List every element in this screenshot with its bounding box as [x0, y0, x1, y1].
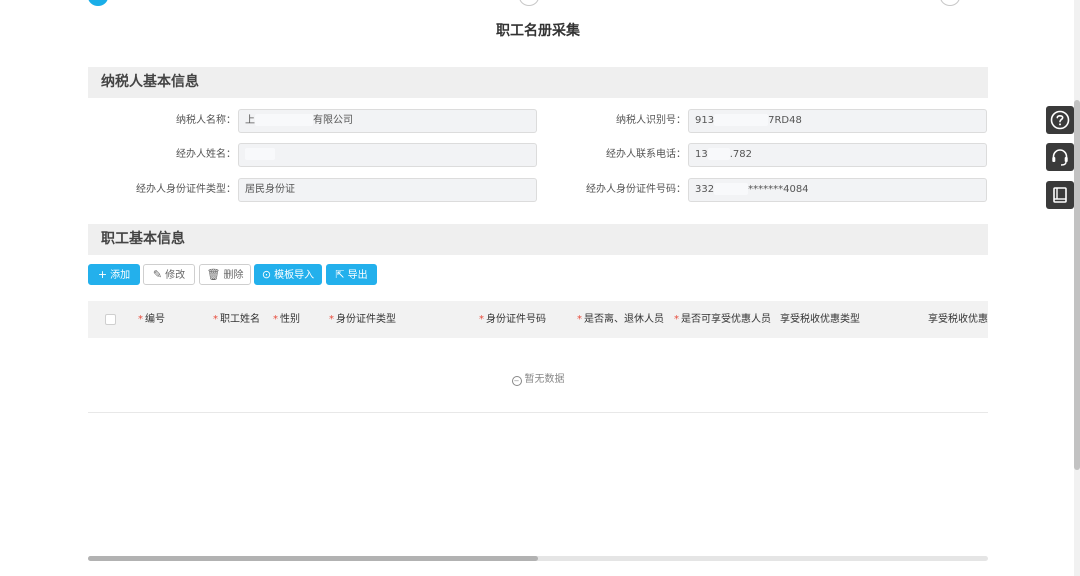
column-header-tax-preference-cert[interactable]: 享受税收优惠证: [928, 301, 988, 338]
add-button-label: 添加: [110, 270, 131, 281]
export-button-label: 导出: [347, 270, 368, 281]
edit-button-label: 修改: [165, 270, 186, 281]
agent-id-type-label: 经办人身份证件类型：: [136, 184, 236, 195]
employee-table-header: * 编号 * 职工姓名 * 性别 * 身份证件类型 * 身份证件号码 * 是否离、退休人员 …: [88, 301, 988, 338]
field-value-start: 332: [695, 184, 715, 195]
field-value-end: 有限公司: [313, 115, 353, 126]
column-header-gender[interactable]: * 性别: [273, 301, 300, 338]
column-header-number[interactable]: * 编号: [138, 301, 165, 338]
field-value-start: 居民身份证: [245, 184, 295, 195]
taxpayer-id-field: 913 7RD48: [688, 109, 987, 133]
column-label: 编号: [145, 314, 165, 325]
required-marker: *: [213, 314, 218, 325]
column-label: 是否离、退休人员: [584, 314, 664, 325]
redaction-mask: [714, 114, 769, 126]
field-value-end: *******4084: [748, 184, 809, 195]
agent-name-field: [238, 143, 537, 167]
required-marker: *: [479, 314, 484, 325]
column-header-retired[interactable]: * 是否离、退休人员: [577, 301, 664, 338]
column-header-tax-preference-type[interactable]: 享受税收优惠类型: [780, 301, 860, 338]
form-row: 经办人身份证件类型： 居民身份证 经办人身份证件号码： 332 *******40…: [88, 178, 988, 202]
headset-icon: [1052, 149, 1068, 166]
form-row: 经办人姓名： 经办人联系电话： 13 .782: [88, 143, 988, 167]
vertical-scrollbar-thumb[interactable]: [1074, 100, 1080, 470]
taxpayer-id-label: 纳税人识别号：: [616, 115, 686, 126]
agent-name-label: 经办人姓名：: [176, 149, 236, 160]
export-button[interactable]: ⇱ 导出: [326, 264, 377, 285]
taxpayer-name-label: 纳税人名称：: [176, 115, 236, 126]
manual-button[interactable]: [1046, 181, 1074, 209]
step-indicator: [940, 0, 960, 6]
redaction-mask: [245, 148, 275, 160]
column-label: 身份证件号码: [486, 314, 546, 325]
field-value-start: 913: [695, 115, 715, 126]
question-icon: [1050, 110, 1070, 130]
taxpayer-section-header: 纳税人基本信息: [88, 67, 988, 98]
redaction-mask: [255, 114, 313, 126]
trash-icon: 🗑: [206, 268, 221, 281]
template-import-button-label: 模板导入: [274, 270, 315, 281]
agent-id-number-label: 经办人身份证件号码：: [586, 184, 686, 195]
field-value-start: 13: [695, 149, 708, 160]
column-header-employee-name[interactable]: * 职工姓名: [213, 301, 260, 338]
edit-button[interactable]: ✎ 修改: [143, 264, 195, 285]
delete-button[interactable]: 🗑 删除: [199, 264, 251, 285]
redaction-mask: [707, 148, 730, 160]
column-label: 职工姓名: [220, 314, 260, 325]
page-title: 职工名册采集: [496, 23, 580, 39]
field-value-start: 上: [245, 115, 255, 126]
select-all-checkbox[interactable]: [105, 314, 116, 325]
taxpayer-name-field: 上 有限公司: [238, 109, 537, 133]
add-button[interactable]: + 添加: [88, 264, 140, 285]
column-label: 享受税收优惠类型: [780, 314, 860, 325]
help-button[interactable]: [1046, 106, 1074, 134]
plus-icon: +: [97, 268, 108, 281]
app-root: { "page_title": "职工名册采集", "taxpayer_sect…: [0, 0, 1080, 576]
horizontal-scrollbar[interactable]: [88, 556, 988, 561]
required-marker: *: [577, 314, 582, 325]
step-indicator-active: [88, 0, 108, 6]
upload-icon: ⊙: [261, 268, 272, 281]
book-icon: [1053, 187, 1067, 203]
employee-section-header: 职工基本信息: [88, 224, 988, 255]
required-marker: *: [329, 314, 334, 325]
agent-phone-label: 经办人联系电话：: [606, 149, 686, 160]
column-header-preferential[interactable]: * 是否可享受优惠人员: [674, 301, 771, 338]
agent-id-number-field: 332 *******4084: [688, 178, 987, 202]
column-label: 性别: [280, 314, 300, 325]
template-import-button[interactable]: ⊙ 模板导入: [254, 264, 322, 285]
empty-icon: −: [511, 376, 522, 386]
step-indicator: [519, 0, 539, 6]
export-icon: ⇱: [335, 268, 345, 281]
form-row: 纳税人名称： 上 有限公司 纳税人识别号： 913 7RD48: [88, 109, 988, 133]
customer-service-button[interactable]: [1046, 143, 1074, 171]
field-value-end: .782: [729, 149, 752, 160]
table-empty-state: − 暂无数据: [88, 370, 988, 386]
required-marker: *: [138, 314, 143, 325]
column-label: 是否可享受优惠人员: [681, 314, 771, 325]
field-value-end: 7RD48: [768, 115, 802, 126]
column-header-id-type[interactable]: * 身份证件类型: [329, 301, 396, 338]
redaction-mask: [714, 183, 749, 195]
delete-button-label: 删除: [223, 270, 244, 281]
column-label: 身份证件类型: [336, 314, 396, 325]
column-label: 享受税收优惠证: [928, 314, 988, 325]
agent-id-type-field: 居民身份证: [238, 178, 537, 202]
table-divider: [88, 412, 988, 413]
horizontal-scrollbar-thumb[interactable]: [88, 556, 538, 561]
pencil-icon: ✎: [152, 268, 163, 281]
required-marker: *: [273, 314, 278, 325]
empty-text: 暂无数据: [524, 374, 565, 385]
column-header-id-number[interactable]: * 身份证件号码: [479, 301, 546, 338]
agent-phone-field: 13 .782: [688, 143, 987, 167]
required-marker: *: [674, 314, 679, 325]
